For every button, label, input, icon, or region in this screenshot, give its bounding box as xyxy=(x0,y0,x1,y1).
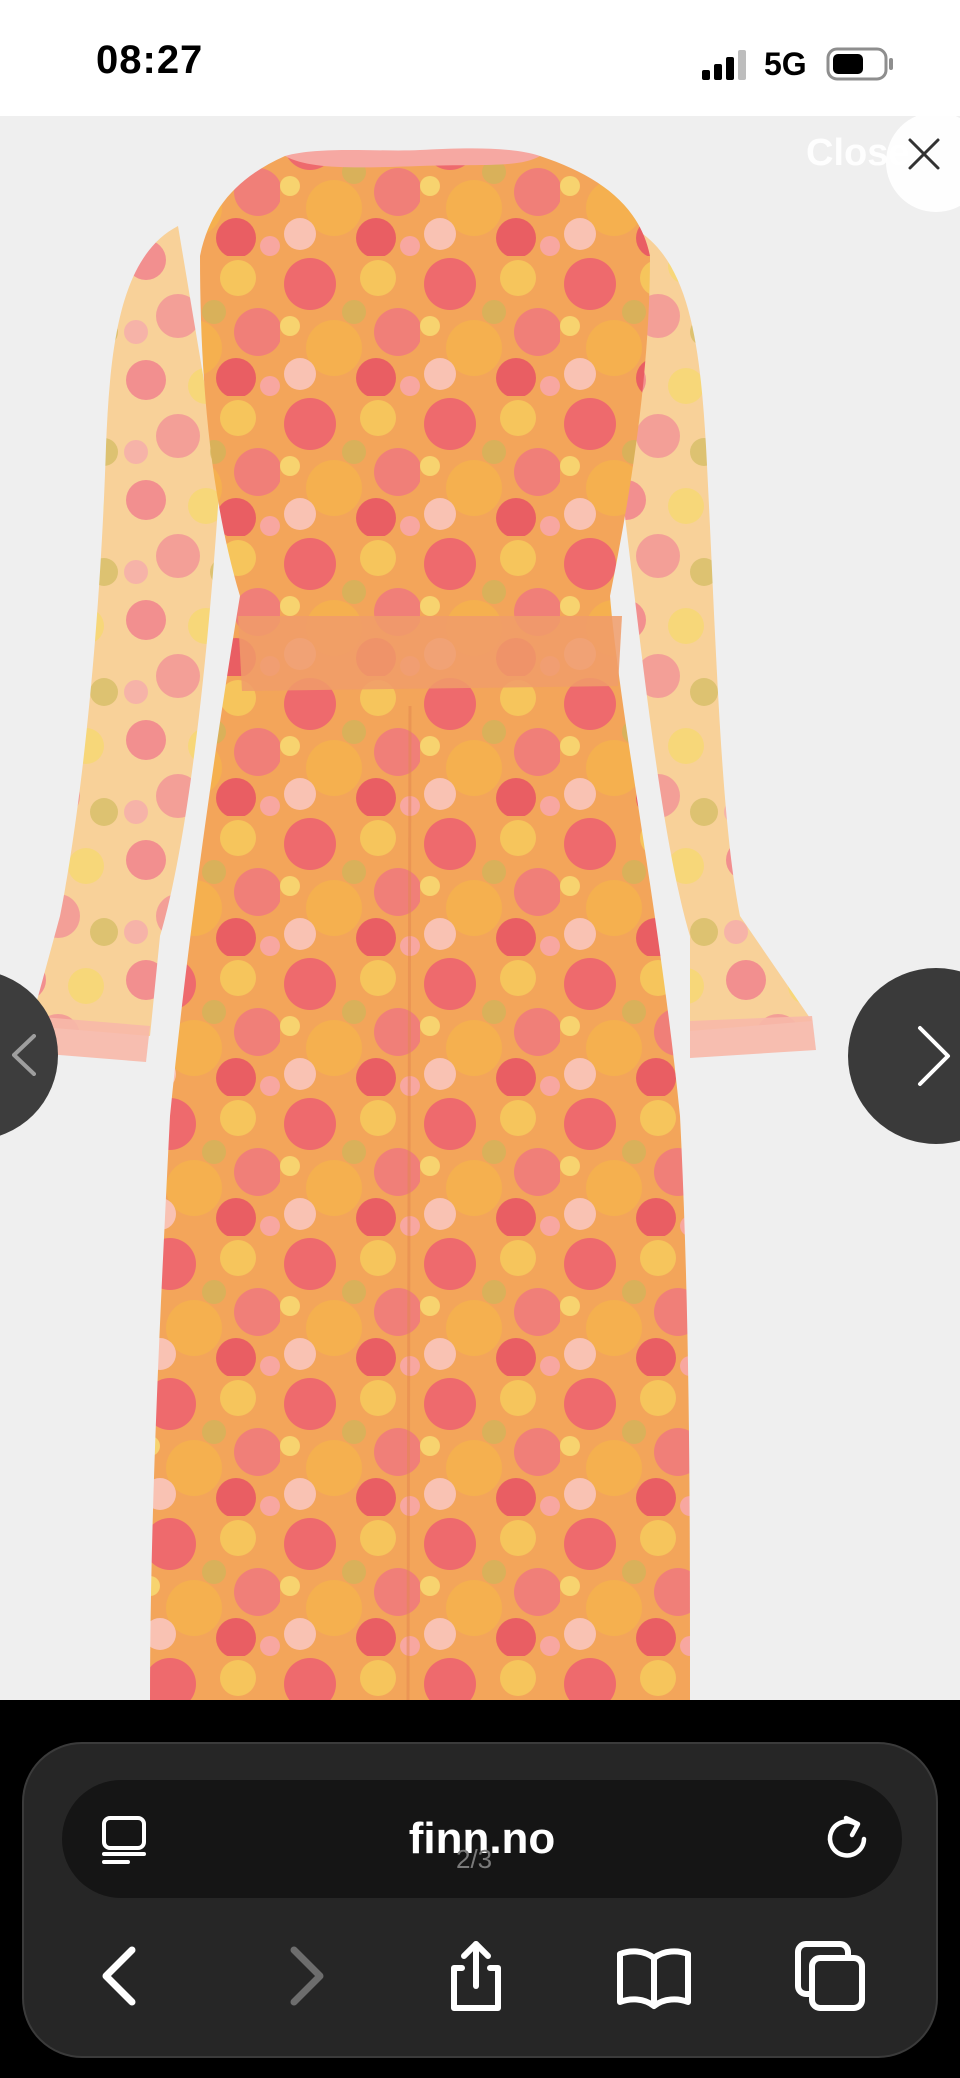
back-button[interactable] xyxy=(82,1936,162,2016)
share-button[interactable] xyxy=(436,1936,516,2016)
close-icon xyxy=(908,138,940,170)
forward-icon xyxy=(290,1946,324,2006)
signal-icon xyxy=(702,50,746,80)
status-bar: 08:27 5G xyxy=(0,0,960,116)
chevron-right-icon xyxy=(918,1026,950,1086)
tabs-button[interactable] xyxy=(790,1936,870,2016)
product-image xyxy=(0,116,960,1700)
browser-panel: finn.no xyxy=(22,1742,938,2058)
status-time: 08:27 xyxy=(96,38,204,82)
bookmarks-button[interactable] xyxy=(614,1936,694,2016)
network-label: 5G xyxy=(764,46,807,82)
chevron-left-icon xyxy=(12,1034,36,1076)
reload-icon[interactable] xyxy=(820,1812,874,1866)
back-icon xyxy=(102,1946,136,2006)
share-icon xyxy=(451,1941,501,2011)
page-indicator: 2/3 xyxy=(456,1844,493,1874)
screen: 08:27 5G Close finn.no 2/3 xyxy=(0,0,960,2078)
browser-bottom-bar: finn.no xyxy=(0,1700,960,2078)
forward-button[interactable] xyxy=(264,1936,344,2016)
battery-icon xyxy=(826,47,893,81)
address-bar[interactable]: finn.no xyxy=(62,1780,902,1898)
bookmarks-icon xyxy=(617,1948,691,2009)
image-viewer[interactable]: Close xyxy=(0,116,960,1700)
tabs-icon xyxy=(795,1941,865,2011)
url-text[interactable]: finn.no xyxy=(62,1780,902,1898)
browser-toolbar xyxy=(24,1916,940,2036)
